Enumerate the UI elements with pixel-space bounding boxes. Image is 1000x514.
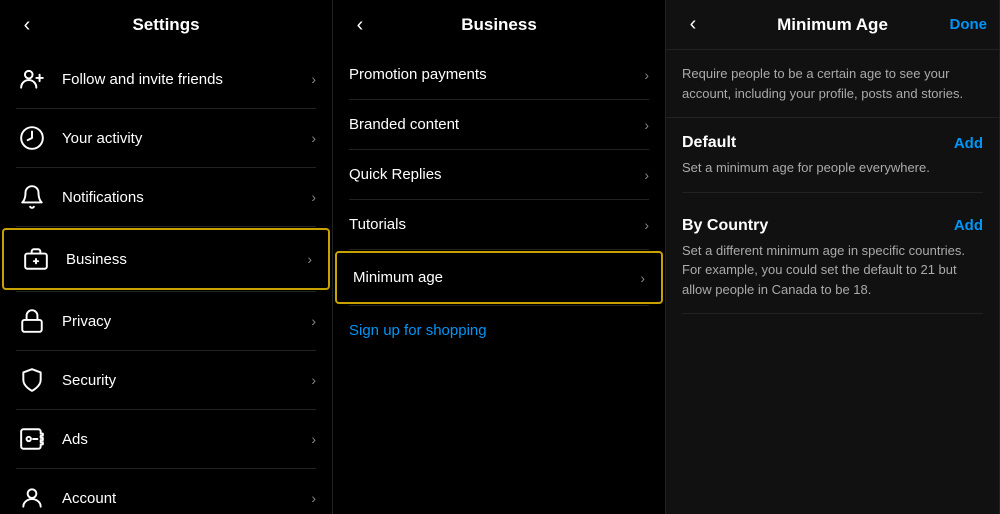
business-item-replies[interactable]: Quick Replies › [333,150,665,199]
person-icon [16,482,48,514]
minage-panel: ‹ Minimum Age Done Require people to be … [666,0,1000,514]
account-chevron: › [311,490,316,506]
business-label: Business [66,251,307,268]
default-add-button[interactable]: Add [954,135,983,152]
minage-done-button[interactable]: Done [950,16,988,33]
business-item-tutorials[interactable]: Tutorials › [333,200,665,249]
tutorials-label: Tutorials [349,216,644,233]
lock-icon [16,305,48,337]
branded-label: Branded content [349,116,644,133]
business-item-minage[interactable]: Minimum age › [335,251,663,304]
activity-chevron: › [311,130,316,146]
country-add-button[interactable]: Add [954,217,983,234]
settings-item-follow[interactable]: Follow and invite friends › [0,50,332,108]
shield-icon [16,364,48,396]
minage-title: Minimum Age [777,15,888,35]
privacy-label: Privacy [62,313,311,330]
default-desc: Set a minimum age for people everywhere. [682,158,983,193]
settings-item-business[interactable]: Business › [2,228,330,290]
settings-item-privacy[interactable]: Privacy › [0,292,332,350]
country-section-header: By Country Add [682,217,983,235]
replies-label: Quick Replies [349,166,644,183]
ads-chevron: › [311,431,316,447]
country-desc: Set a different minimum age in specific … [682,241,983,315]
minage-header: ‹ Minimum Age Done [666,0,999,50]
business-back-button[interactable]: ‹ [345,10,375,40]
country-section: By Country Add Set a different minimum a… [666,201,999,323]
settings-header: ‹ Settings [0,0,332,50]
follow-chevron: › [311,71,316,87]
bell-icon [16,181,48,213]
default-title: Default [682,134,736,152]
business-item-promotion[interactable]: Promotion payments › [333,50,665,99]
country-title: By Country [682,217,768,235]
replies-chevron: › [644,167,649,183]
promotion-chevron: › [644,67,649,83]
follow-label: Follow and invite friends [62,71,311,88]
business-menu-list: Promotion payments › Branded content › Q… [333,50,665,514]
business-icon [20,243,52,275]
business-panel: ‹ Business Promotion payments › Branded … [333,0,666,514]
follow-icon [16,63,48,95]
settings-item-ads[interactable]: Ads › [0,410,332,468]
account-label: Account [62,490,311,507]
branded-chevron: › [644,117,649,133]
activity-icon [16,122,48,154]
privacy-chevron: › [311,313,316,329]
settings-item-activity[interactable]: Your activity › [0,109,332,167]
security-chevron: › [311,372,316,388]
settings-item-security[interactable]: Security › [0,351,332,409]
default-section: Default Add Set a minimum age for people… [666,118,999,201]
business-title: Business [461,15,537,35]
tutorials-chevron: › [644,217,649,233]
settings-title: Settings [132,15,199,35]
notifications-label: Notifications [62,189,311,206]
ads-icon [16,423,48,455]
promotion-label: Promotion payments [349,66,644,83]
activity-label: Your activity [62,130,311,147]
business-header: ‹ Business [333,0,665,50]
settings-back-button[interactable]: ‹ [12,10,42,40]
security-label: Security [62,372,311,389]
minage-label: Minimum age [353,269,640,286]
minage-chevron: › [640,270,645,286]
settings-panel: ‹ Settings Follow and invite friends › Y… [0,0,333,514]
sign-up-link[interactable]: Sign up for shopping [333,306,665,355]
settings-menu-list: Follow and invite friends › Your activit… [0,50,332,514]
settings-item-account[interactable]: Account › [0,469,332,514]
default-section-header: Default Add [682,134,983,152]
business-chevron: › [307,251,312,267]
notifications-chevron: › [311,189,316,205]
settings-item-notifications[interactable]: Notifications › [0,168,332,226]
ads-label: Ads [62,431,311,448]
business-item-branded[interactable]: Branded content › [333,100,665,149]
minage-description: Require people to be a certain age to se… [666,50,999,118]
minage-back-button[interactable]: ‹ [678,10,708,40]
